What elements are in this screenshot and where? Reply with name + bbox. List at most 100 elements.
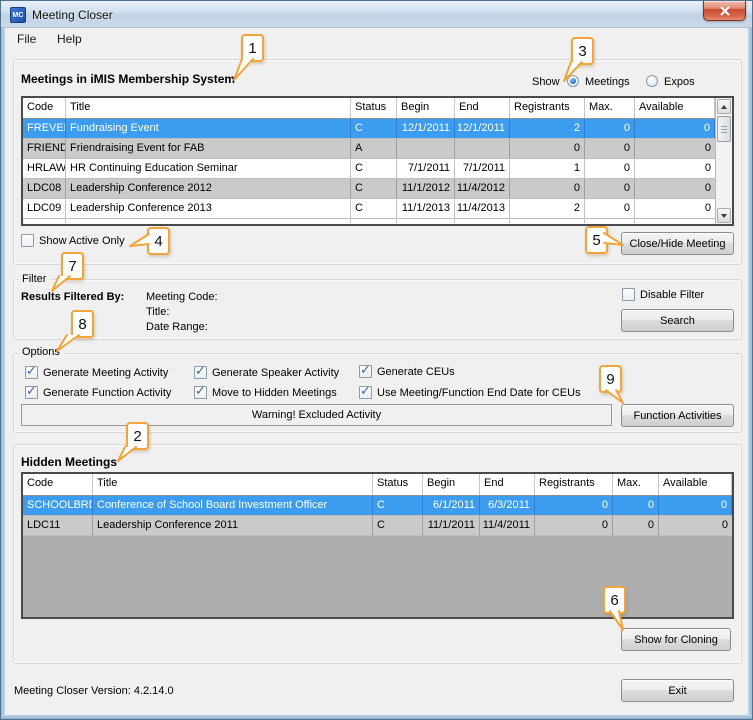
- column-header-begin[interactable]: Begin: [423, 474, 480, 495]
- column-header-registrants[interactable]: Registrants: [510, 98, 585, 118]
- column-header-status[interactable]: Status: [373, 474, 423, 495]
- table-row[interactable]: LDC08 Leadership Conference 2012 C 11/1/…: [23, 179, 732, 199]
- window-frame-bottom: [1, 715, 752, 719]
- disable-filter-checkbox[interactable]: [622, 288, 635, 301]
- cell-begin: 11/1/2011: [423, 516, 480, 535]
- warning-excluded-activity-bar[interactable]: Warning! Excluded Activity: [21, 404, 612, 426]
- cell-code: SCHOOLBRD: [23, 496, 93, 515]
- column-header-begin[interactable]: Begin: [397, 98, 455, 118]
- column-header-end[interactable]: End: [455, 98, 510, 118]
- table-row[interactable]: FREVENT Fundraising Event C 12/1/2011 12…: [23, 119, 732, 139]
- use-end-date-for-ceus-label: Use Meeting/Function End Date for CEUs: [377, 387, 581, 399]
- column-header-available[interactable]: Available: [659, 474, 732, 495]
- title-bar[interactable]: MC Meeting Closer: [1, 1, 752, 28]
- generate-ceus-checkbox[interactable]: [359, 365, 372, 378]
- column-header-code[interactable]: Code: [23, 474, 93, 495]
- scroll-up-button[interactable]: [717, 99, 731, 114]
- show-for-cloning-button[interactable]: Show for Cloning: [621, 628, 731, 651]
- cell-available: 0: [635, 139, 715, 158]
- cell-title: Leadership Conference 2011: [93, 516, 373, 535]
- radio-expos[interactable]: [646, 75, 658, 87]
- close-hide-meeting-button[interactable]: Close/Hide Meeting: [621, 232, 734, 255]
- cell-max: 0: [585, 119, 635, 138]
- cell-registrants: 0: [510, 179, 585, 198]
- column-header-code[interactable]: Code: [23, 98, 66, 118]
- menu-help[interactable]: Help: [57, 32, 82, 46]
- disable-filter-label: Disable Filter: [640, 289, 704, 301]
- callout-tail: [562, 61, 586, 85]
- callout-1: 1: [241, 34, 264, 62]
- move-to-hidden-meetings-checkbox[interactable]: [194, 386, 207, 399]
- generate-meeting-activity-checkbox[interactable]: [25, 366, 38, 379]
- column-header-max[interactable]: Max.: [613, 474, 659, 495]
- cell-begin: [397, 139, 455, 158]
- table-row[interactable]: HRLAW HR Continuing Education Seminar C …: [23, 159, 732, 179]
- table-row[interactable]: FRIEND Friendraising Event for FAB A 0 0…: [23, 139, 732, 159]
- vertical-scrollbar[interactable]: [715, 98, 732, 224]
- filter-legend: Filter: [18, 273, 50, 285]
- generate-function-activity-checkbox[interactable]: [25, 386, 38, 399]
- column-header-title[interactable]: Title: [66, 98, 351, 118]
- show-active-only-checkbox[interactable]: [21, 234, 34, 247]
- table-row-partial: [23, 219, 732, 223]
- search-button[interactable]: Search: [621, 309, 734, 332]
- scroll-thumb[interactable]: [717, 116, 731, 142]
- cell-status: C: [373, 516, 423, 535]
- table-row[interactable]: LDC09 Leadership Conference 2013 C 11/1/…: [23, 199, 732, 219]
- cell-empty: [585, 219, 635, 223]
- exit-button[interactable]: Exit: [621, 679, 734, 702]
- callout-4: 4: [147, 227, 170, 255]
- cell-begin: 11/1/2013: [397, 199, 455, 218]
- column-header-end[interactable]: End: [480, 474, 535, 495]
- cell-registrants: 2: [510, 119, 585, 138]
- scroll-down-button[interactable]: [717, 208, 731, 223]
- column-header-status[interactable]: Status: [351, 98, 397, 118]
- cell-title: Leadership Conference 2012: [66, 179, 351, 198]
- use-end-date-for-ceus-checkbox[interactable]: [359, 386, 372, 399]
- column-header-available[interactable]: Available: [635, 98, 715, 118]
- generate-speaker-activity-checkbox[interactable]: [194, 366, 207, 379]
- cell-code: LDC09: [23, 199, 66, 218]
- cell-registrants: 1: [510, 159, 585, 178]
- callout-7: 7: [61, 252, 84, 280]
- cell-available: 0: [659, 516, 732, 535]
- radio-meetings-label: Meetings: [585, 76, 630, 88]
- generate-meeting-activity-label: Generate Meeting Activity: [43, 367, 168, 379]
- callout-tail: [603, 231, 625, 249]
- window-frame-left: [1, 28, 5, 719]
- cell-title: Fundraising Event: [66, 119, 351, 138]
- cell-max: 0: [613, 516, 659, 535]
- column-header-registrants[interactable]: Registrants: [535, 474, 613, 495]
- meetings-table-header: Code Title Status Begin End Registrants …: [23, 98, 732, 119]
- callout-2: 2: [126, 422, 149, 450]
- cell-begin: 12/1/2011: [397, 119, 455, 138]
- cell-max: 0: [585, 159, 635, 178]
- app-window: MC Meeting Closer File Help Meetings in …: [0, 0, 753, 720]
- cell-end: 11/4/2012: [455, 179, 510, 198]
- cell-begin: 6/1/2011: [423, 496, 480, 515]
- cell-status: C: [373, 496, 423, 515]
- close-button[interactable]: [703, 1, 746, 21]
- function-activities-button[interactable]: Function Activities: [621, 404, 734, 427]
- table-row[interactable]: SCHOOLBRD Conference of School Board Inv…: [23, 496, 732, 516]
- callout-number: 4: [147, 227, 170, 255]
- cell-available: 0: [659, 496, 732, 515]
- window-title: Meeting Closer: [32, 8, 113, 22]
- column-header-max[interactable]: Max.: [585, 98, 635, 118]
- cell-begin: 7/1/2011: [397, 159, 455, 178]
- column-header-title[interactable]: Title: [93, 474, 373, 495]
- table-row[interactable]: LDC11 Leadership Conference 2011 C 11/1/…: [23, 516, 732, 536]
- callout-tail: [602, 389, 626, 405]
- callout-8: 8: [71, 310, 94, 338]
- cell-max: 0: [613, 496, 659, 515]
- callout-tail: [116, 446, 140, 464]
- cell-code: HRLAW: [23, 159, 66, 178]
- menu-file[interactable]: File: [17, 32, 36, 46]
- arrow-down-icon: [721, 214, 727, 218]
- move-to-hidden-meetings-label: Move to Hidden Meetings: [212, 387, 337, 399]
- cell-empty: [66, 219, 351, 223]
- cell-title: HR Continuing Education Seminar: [66, 159, 351, 178]
- callout-tail: [128, 232, 150, 250]
- cell-status: A: [351, 139, 397, 158]
- cell-code: FRIEND: [23, 139, 66, 158]
